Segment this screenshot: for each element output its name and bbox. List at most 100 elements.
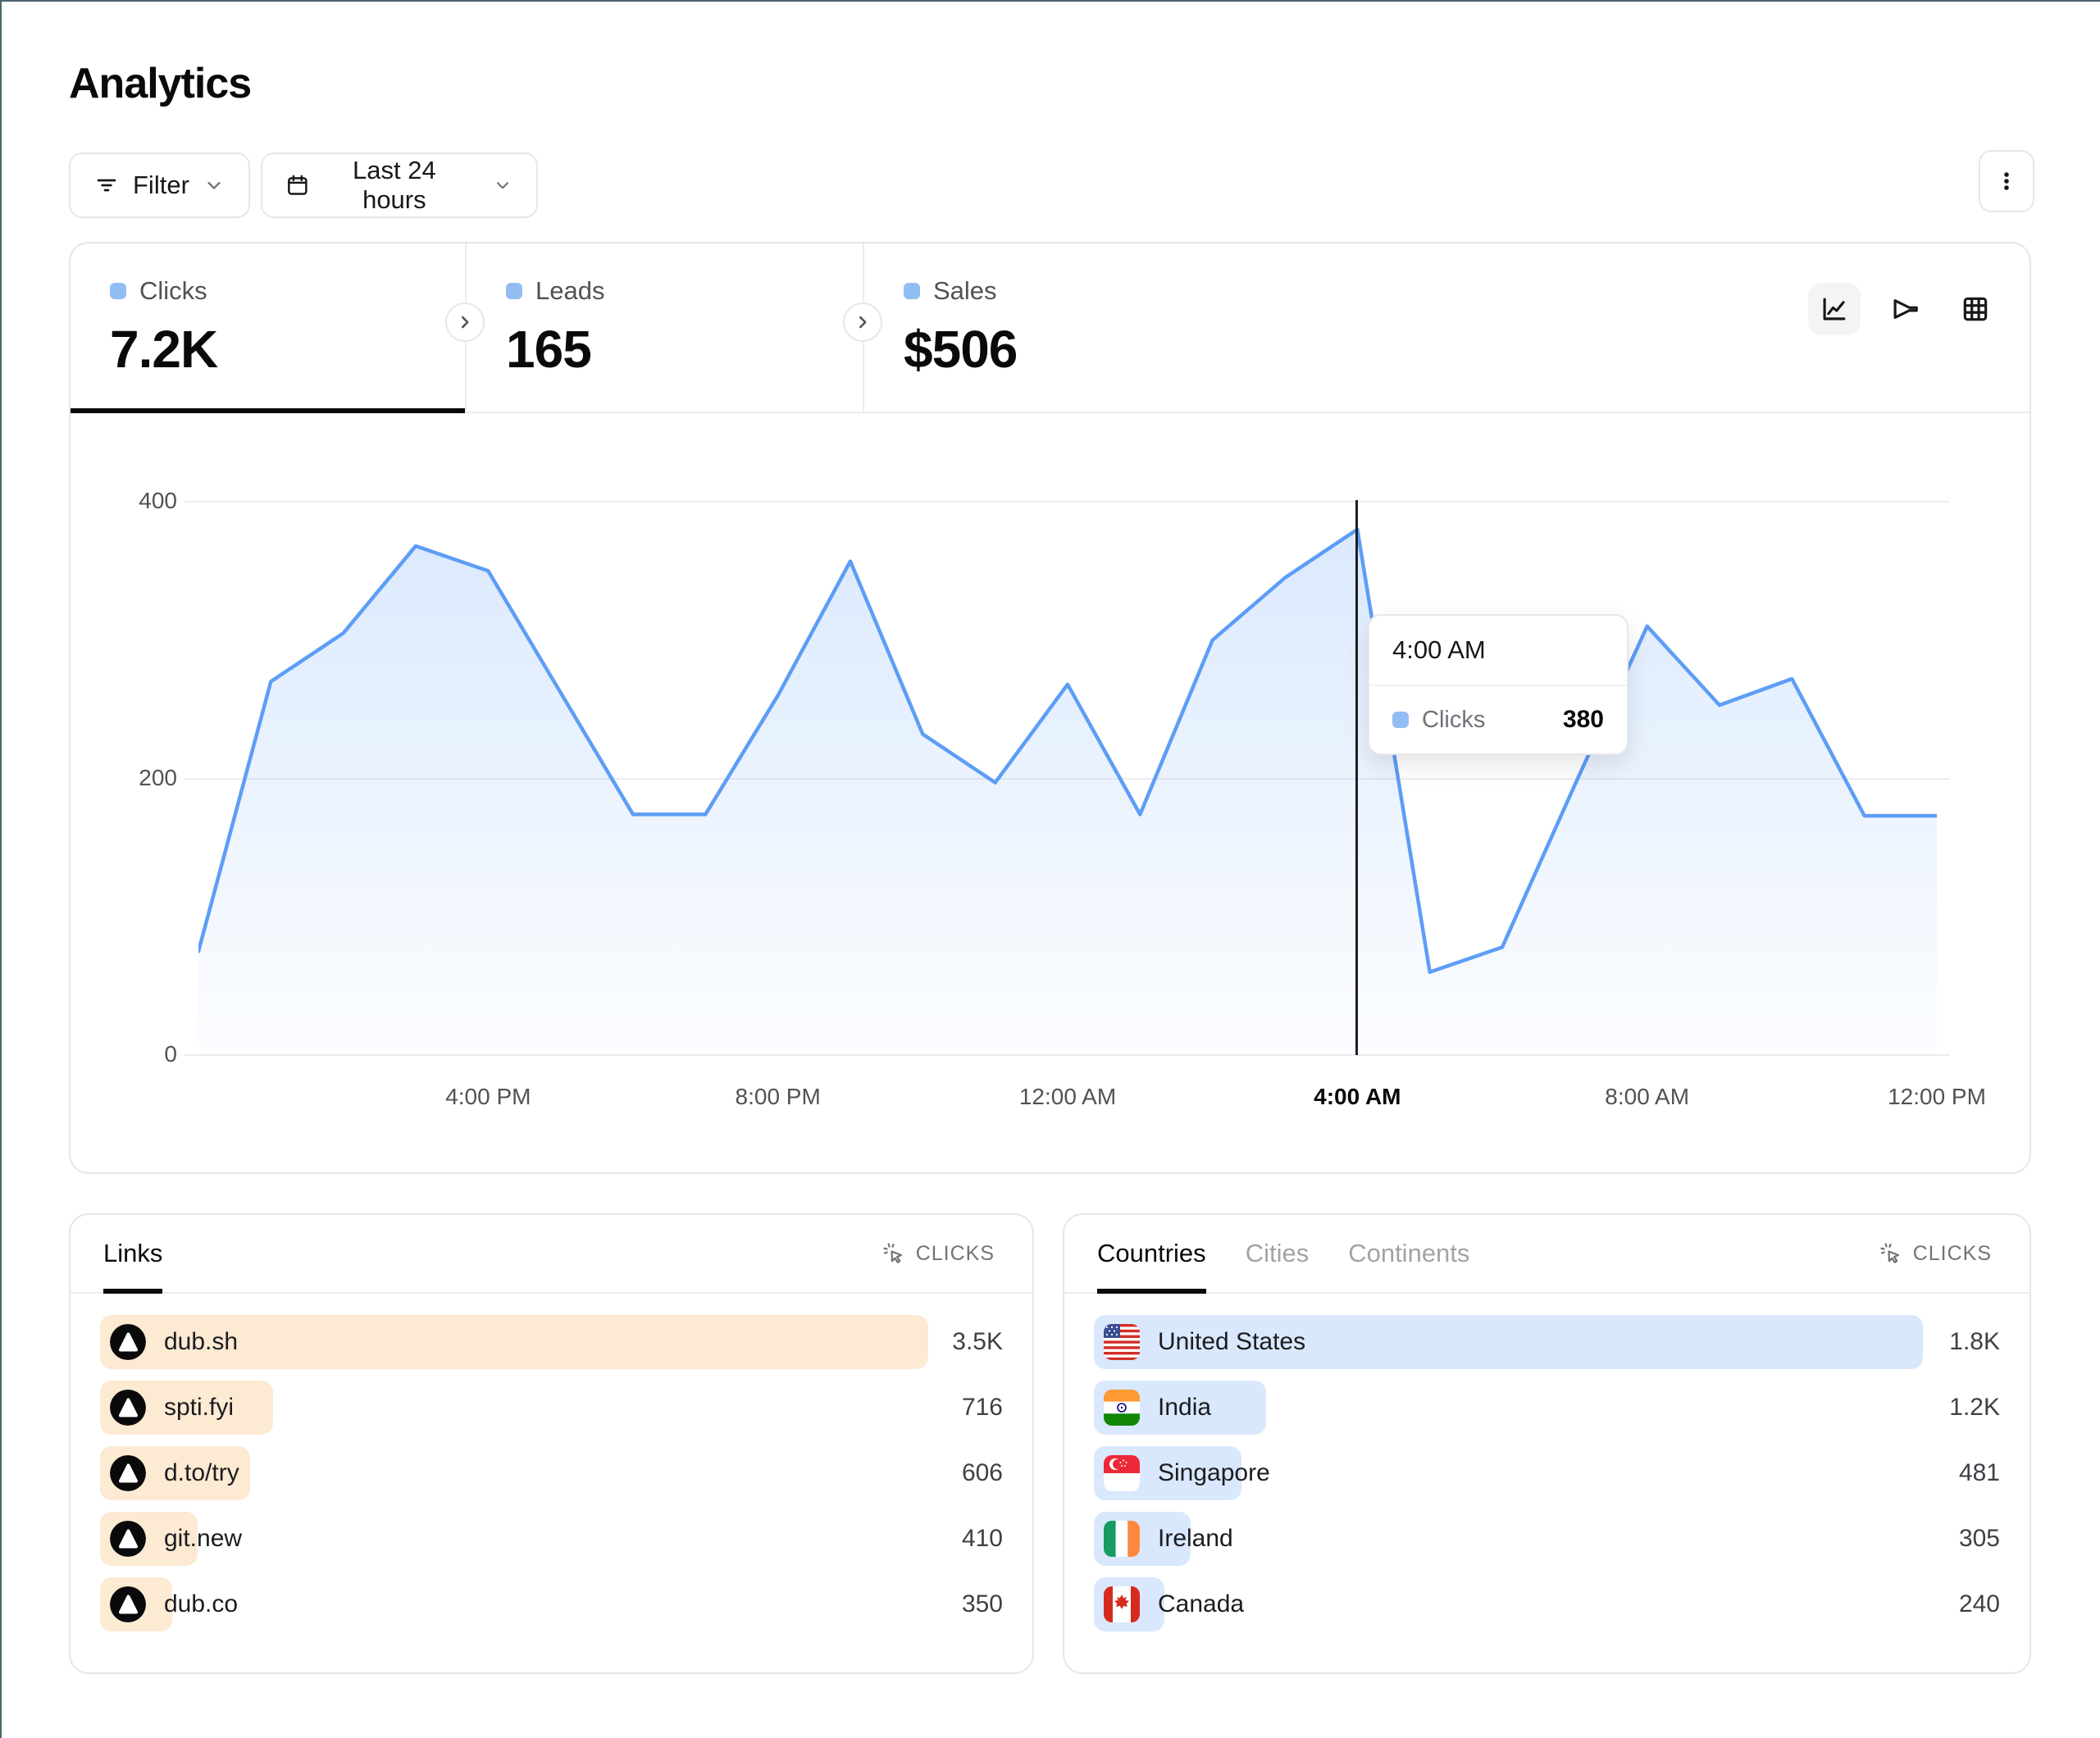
tab-links[interactable]: Links xyxy=(103,1215,162,1292)
sales-legend-swatch xyxy=(904,283,920,299)
row-label: spti.fyi xyxy=(164,1394,234,1422)
expand-leads-button[interactable] xyxy=(843,303,882,342)
tooltip-series-swatch xyxy=(1392,712,1409,728)
row-value: 1.8K xyxy=(1949,1328,2000,1356)
leads-value: 165 xyxy=(506,319,863,380)
flag-ca-icon xyxy=(1104,1586,1140,1622)
line-chart-view-button[interactable] xyxy=(1808,283,1861,335)
links-metric-label: CLICKS xyxy=(916,1242,995,1266)
tab-clicks[interactable]: Clicks 7.2K xyxy=(71,243,465,412)
list-item[interactable]: India 1.2K xyxy=(1094,1381,2000,1435)
list-item[interactable]: spti.fyi 716 xyxy=(100,1381,1003,1435)
cursor-click-icon xyxy=(1879,1241,1903,1266)
dub-logo-icon xyxy=(110,1324,146,1360)
row-value: 410 xyxy=(962,1525,1003,1553)
x-axis-tick: 12:00 PM xyxy=(1888,1084,1986,1110)
row-value: 481 xyxy=(1959,1459,2000,1487)
date-range-label: Last 24 hours xyxy=(323,156,466,215)
x-axis-tick: 8:00 PM xyxy=(736,1084,821,1110)
leads-legend-swatch xyxy=(506,283,522,299)
funnel-view-button[interactable] xyxy=(1879,283,1931,335)
window-frame-top xyxy=(0,0,2100,2)
tab-leads[interactable]: Leads 165 xyxy=(465,243,863,412)
flag-ie-icon xyxy=(1104,1521,1140,1557)
countries-list: United States 1.8K India 1.2K Singapore … xyxy=(1064,1294,2029,1631)
table-grid-icon xyxy=(1960,293,1991,325)
y-axis-tick: 200 xyxy=(95,765,177,791)
geo-panel: Countries Cities Continents CLICKS Unite… xyxy=(1063,1213,2031,1674)
chart-type-switcher xyxy=(1808,283,2002,335)
chart-crosshair xyxy=(1355,500,1358,1055)
chevron-down-icon xyxy=(203,174,225,197)
chart-area xyxy=(198,530,1937,1055)
list-item[interactable]: dub.co 350 xyxy=(100,1577,1003,1631)
filter-button-label: Filter xyxy=(133,171,189,200)
list-item[interactable]: Singapore 481 xyxy=(1094,1446,2000,1500)
list-item[interactable]: Canada 240 xyxy=(1094,1577,2000,1631)
row-value: 716 xyxy=(962,1394,1003,1422)
kebab-icon xyxy=(1993,168,2020,194)
window-frame-left xyxy=(0,0,2,1738)
tab-continents[interactable]: Continents xyxy=(1348,1215,1469,1292)
tooltip-series-label: Clicks xyxy=(1422,707,1485,734)
date-range-button[interactable]: Last 24 hours xyxy=(261,152,538,218)
line-chart-icon xyxy=(1819,293,1850,325)
row-label: Ireland xyxy=(1158,1525,1233,1553)
more-options-button[interactable] xyxy=(1979,150,2034,212)
cursor-click-icon xyxy=(881,1241,906,1266)
list-item[interactable]: git.new 410 xyxy=(100,1512,1003,1566)
list-item[interactable]: d.to/try 606 xyxy=(100,1446,1003,1500)
clicks-time-series-chart[interactable]: 0 200 400 4:00 PM 8:00 PM 12:00 AM 4:00 AM 8:0… xyxy=(71,413,2029,1174)
links-metric-selector[interactable]: CLICKS xyxy=(877,1240,1000,1267)
tooltip-time: 4:00 AM xyxy=(1369,616,1627,686)
links-list: dub.sh 3.5K spti.fyi 716 d.to/try 606 gi… xyxy=(71,1294,1032,1631)
geo-metric-label: CLICKS xyxy=(1913,1242,1992,1266)
row-label: dub.co xyxy=(164,1590,238,1618)
y-axis-tick: 0 xyxy=(95,1041,177,1067)
calendar-icon xyxy=(285,172,310,198)
filter-button[interactable]: Filter xyxy=(69,152,250,218)
x-axis-tick: 4:00 PM xyxy=(445,1084,531,1110)
links-panel: Links CLICKS dub.sh 3.5K spti.fyi 716 d.… xyxy=(69,1213,1034,1674)
dub-logo-icon xyxy=(110,1586,146,1622)
funnel-icon xyxy=(1889,293,1920,325)
expand-clicks-button[interactable] xyxy=(445,303,485,342)
tab-countries[interactable]: Countries xyxy=(1097,1215,1206,1292)
row-label: India xyxy=(1158,1394,1211,1422)
tab-cities[interactable]: Cities xyxy=(1246,1215,1310,1292)
x-axis-tick: 4:00 AM xyxy=(1314,1084,1401,1110)
x-axis-tick: 8:00 AM xyxy=(1605,1084,1689,1110)
row-value: 350 xyxy=(962,1590,1003,1618)
list-item[interactable]: United States 1.8K xyxy=(1094,1315,2000,1369)
tooltip-value: 380 xyxy=(1563,706,1604,734)
row-label: d.to/try xyxy=(164,1459,239,1487)
dub-logo-icon xyxy=(110,1390,146,1426)
chevron-right-icon xyxy=(454,312,476,333)
row-value: 305 xyxy=(1959,1525,2000,1553)
metric-label: Clicks xyxy=(139,276,207,306)
dub-logo-icon xyxy=(110,1455,146,1491)
geo-metric-selector[interactable]: CLICKS xyxy=(1874,1240,1997,1267)
flag-sg-icon xyxy=(1104,1455,1140,1491)
chart-tooltip: 4:00 AM Clicks 380 xyxy=(1368,614,1629,755)
flag-us-icon xyxy=(1104,1324,1140,1360)
list-item[interactable]: Ireland 305 xyxy=(1094,1512,2000,1566)
page-title: Analytics xyxy=(69,59,251,108)
metric-label: Sales xyxy=(933,276,997,306)
row-value: 1.2K xyxy=(1949,1394,2000,1422)
metric-tabs: Clicks 7.2K Leads 165 Sales $506 xyxy=(71,243,2029,413)
chart-plot xyxy=(198,502,1937,1055)
row-label: git.new xyxy=(164,1525,242,1553)
y-axis-tick: 400 xyxy=(95,488,177,514)
chevron-right-icon xyxy=(852,312,873,333)
row-value: 3.5K xyxy=(952,1328,1003,1356)
metric-label: Leads xyxy=(535,276,604,306)
x-axis-tick: 12:00 AM xyxy=(1019,1084,1116,1110)
row-label: Singapore xyxy=(1158,1459,1270,1487)
row-label: United States xyxy=(1158,1328,1305,1356)
table-view-button[interactable] xyxy=(1949,283,2002,335)
row-value: 606 xyxy=(962,1459,1003,1487)
list-item[interactable]: dub.sh 3.5K xyxy=(100,1315,1003,1369)
filter-icon xyxy=(93,172,120,198)
chevron-down-icon xyxy=(492,174,513,197)
